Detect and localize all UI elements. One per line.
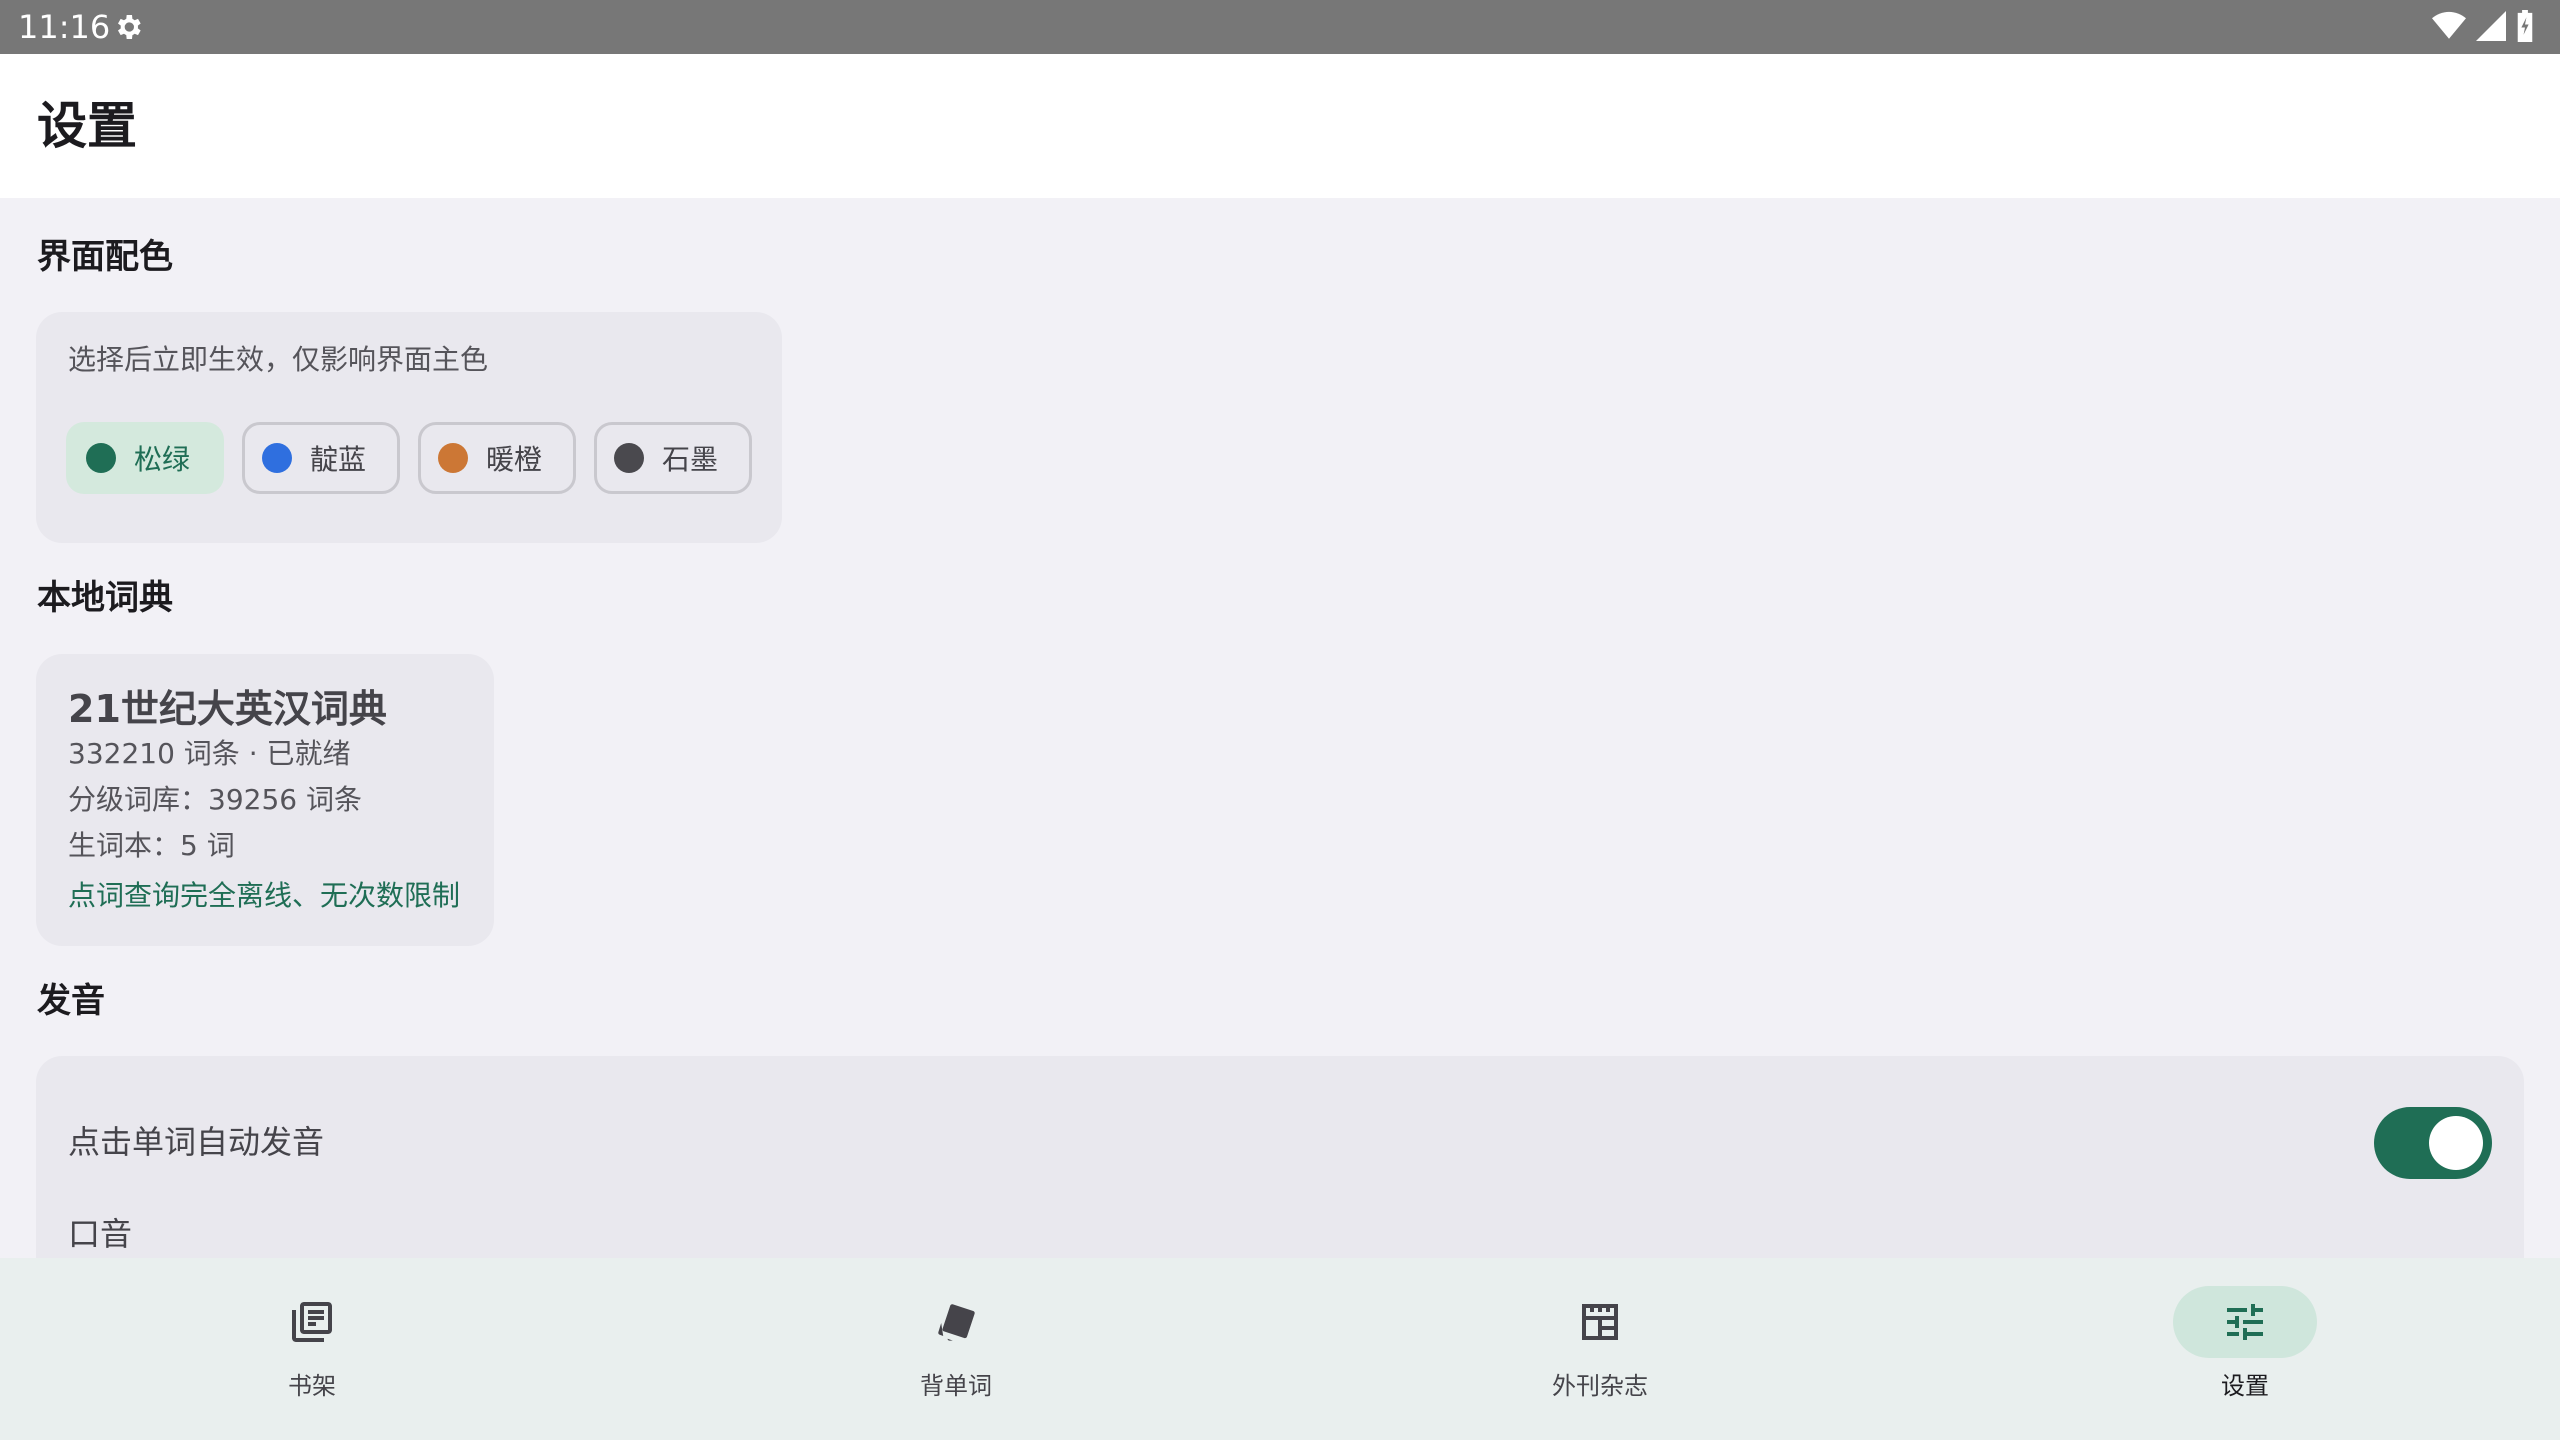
toggle-knob xyxy=(2429,1116,2483,1170)
bottom-navigation: 书架 背单词 外刊杂志 设置 xyxy=(0,1258,2560,1440)
nav-item-settings[interactable]: 设置 xyxy=(2085,1258,2405,1440)
chip-label: 松绿 xyxy=(134,443,191,476)
nav-item-magazines[interactable]: 外刊杂志 xyxy=(1440,1258,1760,1440)
cellular-signal-icon xyxy=(2476,11,2506,41)
battery-icon xyxy=(2517,10,2533,42)
nav-label: 书架 xyxy=(288,1372,336,1400)
gear-icon xyxy=(118,15,141,39)
theme-color-card: 选择后立即生效，仅影响界面主色 松绿 靛蓝 暖橙 石墨 xyxy=(36,312,782,543)
theme-chip-pine-green[interactable]: 松绿 xyxy=(66,422,224,494)
chip-label: 石墨 xyxy=(662,443,719,476)
dictionary-entries: 332210 词条 · 已就绪 xyxy=(68,737,351,770)
section-title-dictionary: 本地词典 xyxy=(37,578,173,618)
dictionary-note: 点词查询完全离线、无次数限制 xyxy=(68,879,461,912)
chip-label: 靛蓝 xyxy=(310,443,367,476)
top-app-bar: 设置 xyxy=(0,54,2560,198)
theme-chip-warm-orange[interactable]: 暖橙 xyxy=(418,422,576,494)
theme-chip-group: 松绿 靛蓝 暖橙 石墨 xyxy=(66,422,752,494)
dictionary-graded: 分级词库：39256 词条 xyxy=(68,783,362,816)
color-dot-icon xyxy=(262,443,292,473)
status-time: 11:16 xyxy=(18,8,111,46)
theme-chip-indigo[interactable]: 靛蓝 xyxy=(242,422,400,494)
chip-label: 暖橙 xyxy=(486,443,543,476)
accent-label[interactable]: 口音 xyxy=(68,1214,132,1254)
nav-item-flashcards[interactable]: 背单词 xyxy=(796,1258,1116,1440)
pronunciation-card: 点击单词自动发音 口音 xyxy=(36,1056,2524,1286)
wifi-icon xyxy=(2432,11,2466,39)
theme-chip-graphite[interactable]: 石墨 xyxy=(594,422,752,494)
theme-description: 选择后立即生效，仅影响界面主色 xyxy=(68,343,489,376)
dictionary-card[interactable]: 21世纪大英汉词典 332210 词条 · 已就绪 分级词库：39256 词条 … xyxy=(36,654,494,946)
auto-play-toggle[interactable] xyxy=(2374,1107,2492,1179)
auto-play-label: 点击单词自动发音 xyxy=(68,1123,325,1161)
bookshelf-icon xyxy=(292,1302,332,1342)
color-dot-icon xyxy=(438,443,468,473)
nav-label: 设置 xyxy=(2221,1372,2269,1400)
color-dot-icon xyxy=(614,443,644,473)
dictionary-name: 21世纪大英汉词典 xyxy=(68,687,387,731)
dictionary-vocab: 生词本：5 词 xyxy=(68,829,235,862)
color-dot-icon xyxy=(86,443,116,473)
nav-item-bookshelf[interactable]: 书架 xyxy=(152,1258,472,1440)
nav-label: 背单词 xyxy=(920,1372,992,1400)
section-title-pronunciation: 发音 xyxy=(37,981,105,1021)
magazine-icon xyxy=(1582,1304,1618,1340)
page-title: 设置 xyxy=(37,97,137,155)
flashcards-icon xyxy=(938,1304,975,1341)
nav-label: 外刊杂志 xyxy=(1552,1372,1648,1400)
settings-sliders-icon xyxy=(2227,1304,2263,1340)
section-title-theme: 界面配色 xyxy=(37,237,173,277)
status-bar: 11:16 xyxy=(0,0,2560,54)
